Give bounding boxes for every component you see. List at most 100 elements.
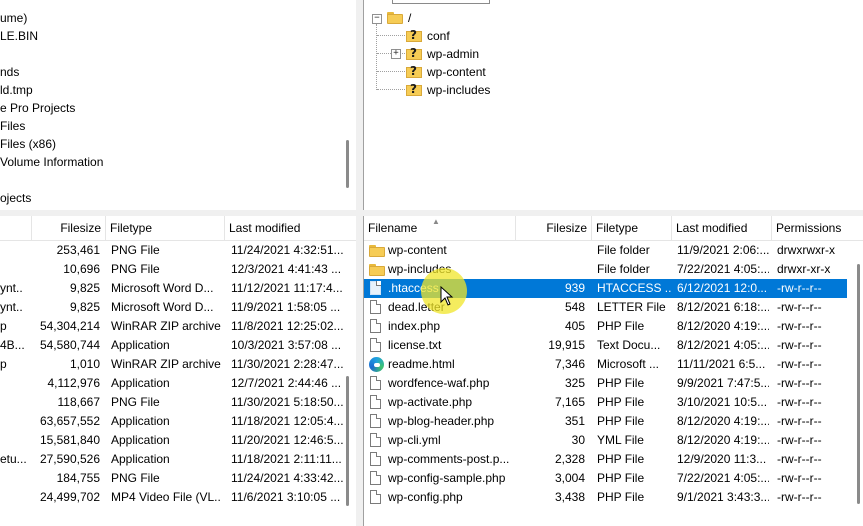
- file-name: wp-content: [388, 243, 447, 257]
- vertical-splitter[interactable]: [356, 0, 363, 526]
- file-name: wp-cli.yml: [388, 433, 441, 447]
- local-file-list[interactable]: Filesize Filetype Last modified 253,461 P…: [0, 216, 356, 526]
- file-permissions: -rw-r--r--: [777, 414, 822, 428]
- local-tree-item[interactable]: ld.tmp: [0, 81, 33, 99]
- file-size: 3,438: [554, 490, 585, 504]
- local-tree-item[interactable]: LE.BIN: [0, 27, 38, 45]
- remote-list-scrollbar[interactable]: [857, 264, 860, 504]
- file-modified: 6/12/2021 12:0...: [677, 281, 768, 295]
- horizontal-splitter[interactable]: [0, 210, 863, 216]
- file-modified: 11/18/2021 2:11:11...: [231, 452, 342, 466]
- header-last-modified[interactable]: Last modified: [672, 216, 772, 240]
- file-permissions: -rw-r--r--: [777, 376, 822, 390]
- local-file-row[interactable]: 4B... 54,580,744 Application 10/3/2021 3:57…: [0, 336, 344, 355]
- remote-file-row[interactable]: wp-content File folder 11/9/2021 2:06:... d…: [364, 241, 847, 260]
- file-modified: 11/11/2021 6:5...: [677, 357, 766, 371]
- local-tree-item[interactable]: ojects: [0, 189, 31, 207]
- local-file-row[interactable]: ynt.. 9,825 Microsoft Word D... 11/12/2021 …: [0, 279, 344, 298]
- local-directory-tree[interactable]: ume) LE.BIN nds ld.tmp e Pro Projects Files …: [0, 0, 356, 210]
- remote-file-row[interactable]: wordfence-waf.php 325 PHP File 9/9/2021 7:4…: [364, 374, 847, 393]
- file-size: 10,696: [63, 262, 100, 276]
- remote-file-row[interactable]: dead.letter 548 LETTER File 8/12/2021 6:18:…: [364, 298, 847, 317]
- local-list-scrollbar[interactable]: [346, 376, 349, 506]
- local-tree-item[interactable]: e Pro Projects: [0, 99, 75, 117]
- local-file-row[interactable]: 24,499,702 MP4 Video File (VL... 11/6/2021…: [0, 488, 344, 507]
- file-modified: 7/22/2021 4:05:...: [677, 262, 769, 276]
- file-size: 2,328: [554, 452, 585, 466]
- tree-root-label[interactable]: /: [408, 9, 411, 27]
- file-name: wp-comments-post.p...: [388, 452, 510, 466]
- local-file-row[interactable]: 10,696 PNG File 12/3/2021 4:41:43 ...: [0, 260, 344, 279]
- header-last-modified[interactable]: Last modified: [225, 216, 356, 240]
- header-filesize[interactable]: Filesize: [516, 216, 592, 240]
- sort-ascending-icon: ▲: [432, 217, 440, 226]
- file-name: [0, 431, 30, 450]
- local-tree-item[interactable]: Volume Information: [0, 153, 103, 171]
- file-icon: [370, 452, 381, 466]
- header-filename[interactable]: Filename ▲: [364, 216, 516, 240]
- remote-file-row[interactable]: readme.html 7,346 Microsoft ... 11/11/2021 …: [364, 355, 847, 374]
- file-name: wp-blog-header.php: [388, 414, 495, 428]
- remote-file-row[interactable]: wp-activate.php 7,165 PHP File 3/10/2021 10…: [364, 393, 847, 412]
- file-name: etu...: [0, 452, 27, 466]
- remote-path-field-edge: [392, 0, 490, 4]
- remote-file-row[interactable]: index.php 405 PHP File 8/12/2020 4:19:... -r…: [364, 317, 847, 336]
- local-tree-item[interactable]: ume): [0, 9, 27, 27]
- remote-file-row[interactable]: wp-config-sample.php 3,004 PHP File 7/22/20…: [364, 469, 847, 488]
- local-tree-item[interactable]: Files (x86): [0, 135, 56, 153]
- file-size: 24,499,702: [39, 490, 100, 504]
- file-size: 351: [564, 414, 585, 428]
- local-file-row[interactable]: 63,657,552 Application 11/18/2021 12:05:4.…: [0, 412, 344, 431]
- expand-folder-icon[interactable]: +: [391, 49, 401, 59]
- local-file-row[interactable]: p 1,010 WinRAR ZIP archive 11/30/2021 2:28:…: [0, 355, 344, 374]
- file-name: wordfence-waf.php: [388, 376, 490, 390]
- remote-file-row[interactable]: wp-blog-header.php 351 PHP File 8/12/2020 4…: [364, 412, 847, 431]
- edge-browser-icon: [369, 357, 384, 372]
- file-size: 15,581,840: [39, 433, 100, 447]
- remote-file-row[interactable]: wp-includes File folder 7/22/2021 4:05:...…: [364, 260, 847, 279]
- local-tree-item[interactable]: nds: [0, 63, 19, 81]
- local-file-row[interactable]: 253,461 PNG File 11/24/2021 4:32:51...: [0, 241, 344, 260]
- file-modified: 11/9/2021 2:06:...: [677, 243, 769, 257]
- remote-file-row[interactable]: license.txt 19,915 Text Docu... 8/12/2021 4…: [364, 336, 847, 355]
- header-filetype[interactable]: Filetype: [592, 216, 672, 240]
- file-name: index.php: [388, 319, 441, 333]
- header-filename[interactable]: [0, 216, 32, 240]
- file-size: 54,580,744: [39, 338, 100, 352]
- file-modified: 8/12/2020 4:19:...: [677, 319, 769, 333]
- remote-file-row[interactable]: wp-comments-post.p... 2,328 PHP File 12/9/2…: [364, 450, 847, 469]
- remote-tree-item-wp-includes[interactable]: wp-includes: [427, 81, 490, 99]
- file-type: File folder: [597, 262, 650, 276]
- local-file-row[interactable]: etu... 27,590,526 Application 11/18/2021 2:…: [0, 450, 344, 469]
- local-file-row[interactable]: 4,112,976 Application 12/7/2021 2:44:46 ..…: [0, 374, 344, 393]
- file-permissions: -rw-r--r--: [777, 490, 822, 504]
- local-file-row[interactable]: 15,581,840 Application 11/20/2021 12:46:5.…: [0, 431, 344, 450]
- local-file-row[interactable]: 118,667 PNG File 11/30/2021 5:18:50...: [0, 393, 344, 412]
- file-name: ynt..: [0, 300, 23, 314]
- remote-file-list[interactable]: Filename ▲ Filesize Filetype Last modifi…: [363, 216, 863, 526]
- file-type: Application: [111, 376, 170, 390]
- collapse-root-icon[interactable]: −: [372, 14, 382, 24]
- file-type: Application: [111, 452, 170, 466]
- local-file-row[interactable]: 184,755 PNG File 11/24/2021 4:33:42...: [0, 469, 344, 488]
- local-tree-scrollbar[interactable]: [346, 140, 349, 188]
- remote-file-row[interactable]: wp-config.php 3,438 PHP File 9/1/2021 3:43:…: [364, 488, 847, 507]
- remote-directory-tree[interactable]: − / ? conf +? wp-admin? wp-content? wp-includ…: [363, 0, 863, 210]
- remote-tree-item-wp-content[interactable]: wp-content: [427, 63, 486, 81]
- remote-file-row[interactable]: wp-cli.yml 30 YML File 8/12/2020 4:19:... -r…: [364, 431, 847, 450]
- header-permissions[interactable]: Permissions: [772, 216, 863, 240]
- file-modified: 12/9/2020 11:3...: [677, 452, 767, 466]
- unknown-folder-icon: ?: [406, 46, 422, 61]
- remote-tree-item-wp-admin[interactable]: wp-admin: [427, 45, 479, 63]
- header-filetype[interactable]: Filetype: [106, 216, 225, 240]
- file-permissions: -rw-r--r--: [777, 338, 822, 352]
- file-modified: 3/10/2021 10:5...: [677, 395, 768, 409]
- file-type: PHP File: [597, 452, 645, 466]
- header-filesize[interactable]: Filesize: [32, 216, 106, 240]
- file-modified: 12/3/2021 4:41:43 ...: [231, 262, 342, 276]
- local-file-row[interactable]: ynt.. 9,825 Microsoft Word D... 11/9/2021 1…: [0, 298, 344, 317]
- local-tree-item[interactable]: Files: [0, 117, 25, 135]
- local-file-row[interactable]: p 54,304,214 WinRAR ZIP archive 11/8/2021 1…: [0, 317, 344, 336]
- remote-tree-item-conf[interactable]: conf: [427, 27, 450, 45]
- remote-file-row[interactable]: .htaccess 939 HTACCESS ... 6/12/2021 12:0..…: [364, 279, 847, 298]
